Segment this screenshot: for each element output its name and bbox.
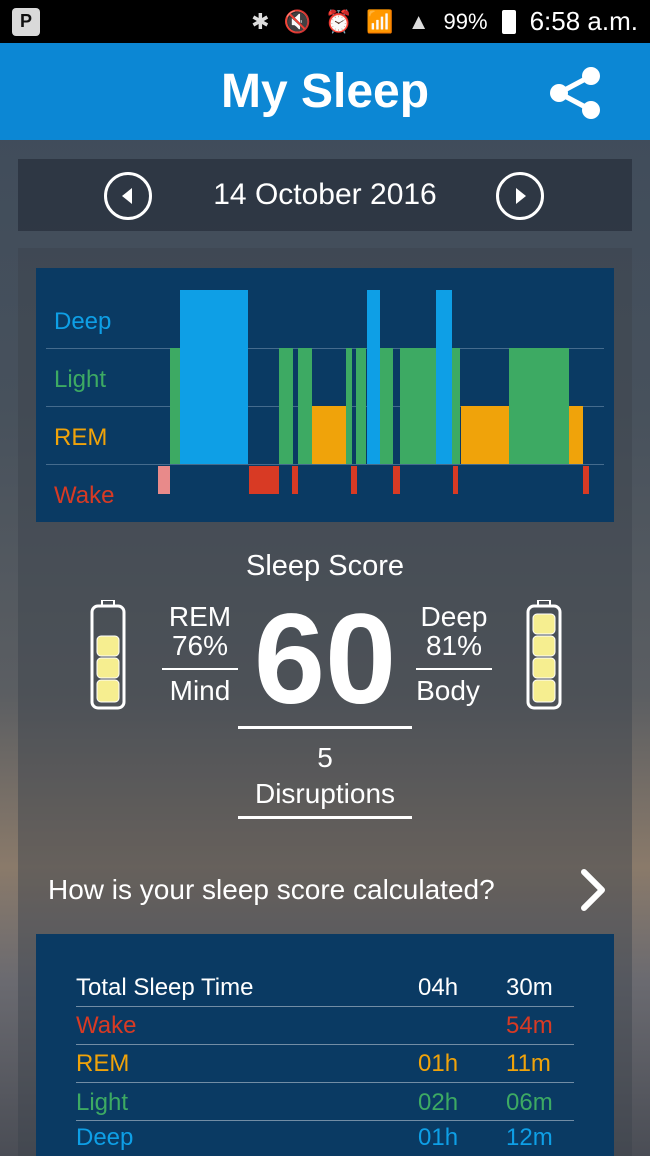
row-minutes: 11m <box>506 1050 551 1077</box>
clock: 6:58 a.m. <box>529 6 638 36</box>
bluetooth-icon: ✱ <box>251 8 270 34</box>
next-day-button[interactable] <box>496 172 544 220</box>
row-label: Wake <box>76 1012 137 1039</box>
row-hours: 01h <box>418 1050 459 1077</box>
wake-segment <box>351 466 357 494</box>
mind-label: Mind <box>169 675 231 706</box>
rem-label: REM <box>168 601 232 632</box>
row-label: Total Sleep Time <box>76 974 254 1001</box>
wake-segment <box>249 466 279 494</box>
alarm-icon: ⏰ <box>324 8 353 34</box>
disruptions-count: 5 <box>317 742 333 773</box>
label-rem: REM <box>54 424 108 451</box>
table-row: Deep 01h 12m <box>76 1118 574 1156</box>
row-hours: 04h <box>418 974 459 1001</box>
table-row: Total Sleep Time 04h 30m <box>76 968 574 1006</box>
wake-segment <box>393 466 400 494</box>
light-segment <box>170 348 180 464</box>
sleep-score-title: Sleep Score <box>246 550 404 582</box>
sleep-score-value: 60 <box>253 588 397 731</box>
app-bar: My Sleep <box>0 43 650 140</box>
wake-segment <box>583 466 589 494</box>
previous-day-button[interactable] <box>104 172 152 220</box>
disruptions-stat: 5 Disruptions <box>238 740 412 812</box>
wake-segment <box>292 466 298 494</box>
date-navigator: 14 October 2016 <box>18 159 632 231</box>
rem-segment <box>569 406 583 464</box>
row-label: Deep <box>76 1124 134 1151</box>
light-segment <box>298 348 312 464</box>
score-calculation-link[interactable]: How is your sleep score calculated? <box>48 868 608 912</box>
current-date: 14 October 2016 <box>213 178 437 211</box>
chevron-right-icon <box>581 869 605 911</box>
row-minutes: 12m <box>506 1124 553 1151</box>
status-icons: ✱ 🔇 ⏰ 📶 ▲ 99% 6:58 a.m. <box>251 6 638 37</box>
gridline <box>46 464 604 465</box>
body-battery-icon <box>526 600 562 710</box>
mind-battery-icon <box>90 600 126 710</box>
chevron-right-icon <box>516 188 526 204</box>
rem-segment <box>461 406 509 464</box>
deep-segment <box>436 290 452 464</box>
label-wake: Wake <box>54 482 115 509</box>
status-bar: P ✱ 🔇 ⏰ 📶 ▲ 99% 6:58 a.m. <box>0 0 650 43</box>
deep-label: Deep <box>420 601 488 632</box>
sleep-summary-table: Total Sleep Time 04h 30m Wake 54m REM 01… <box>36 934 614 1156</box>
deep-percent: 81% <box>425 630 483 661</box>
wifi-icon: 📶 <box>366 8 394 34</box>
light-segment <box>279 348 293 464</box>
light-segment <box>379 348 393 464</box>
divider <box>416 668 492 670</box>
share-icon[interactable] <box>546 63 606 123</box>
row-minutes: 30m <box>506 974 553 1001</box>
chevron-left-icon <box>122 188 132 204</box>
sleep-summary-panel: Deep Light REM Wake Sleep Score REM 76% … <box>18 248 632 1156</box>
row-hours: 02h <box>418 1089 459 1116</box>
row-label: Light <box>76 1089 129 1116</box>
label-light: Light <box>54 366 107 393</box>
battery-percent: 99% <box>443 8 488 34</box>
deep-body-stat: Deep 81% <box>416 602 492 660</box>
light-segment <box>346 348 352 464</box>
body-label: Body <box>416 675 480 706</box>
disruptions-label: Disruptions <box>254 778 396 809</box>
table-row: Light 02h 06m <box>76 1083 574 1121</box>
rem-percent: 76% <box>171 630 229 661</box>
light-segment <box>356 348 366 464</box>
battery-icon <box>501 9 516 34</box>
table-row: REM 01h 11m <box>76 1044 574 1082</box>
light-segment <box>400 348 436 464</box>
signal-icon: ▲ <box>407 8 430 34</box>
mute-icon: 🔇 <box>283 8 311 34</box>
deep-segment <box>180 290 248 464</box>
calc-link-text: How is your sleep score calculated? <box>48 874 495 905</box>
table-row: Wake 54m <box>76 1006 574 1044</box>
row-hours: 01h <box>418 1124 459 1151</box>
divider <box>162 668 238 670</box>
app-notification-icon: P <box>12 7 40 36</box>
rem-mind-stat: REM 76% <box>162 602 238 660</box>
rem-segment <box>312 406 346 464</box>
row-minutes: 54m <box>506 1012 553 1039</box>
row-label: REM <box>76 1050 130 1077</box>
light-segment <box>509 348 569 464</box>
page-title: My Sleep <box>220 65 430 118</box>
hypnogram-chart: Deep Light REM Wake <box>36 268 614 522</box>
divider <box>238 726 412 729</box>
wake-segment <box>453 466 458 494</box>
label-deep: Deep <box>54 308 112 335</box>
wake-segment <box>158 466 170 494</box>
deep-segment <box>367 290 380 464</box>
light-segment <box>452 348 460 464</box>
row-minutes: 06m <box>506 1089 553 1116</box>
divider <box>238 816 412 819</box>
